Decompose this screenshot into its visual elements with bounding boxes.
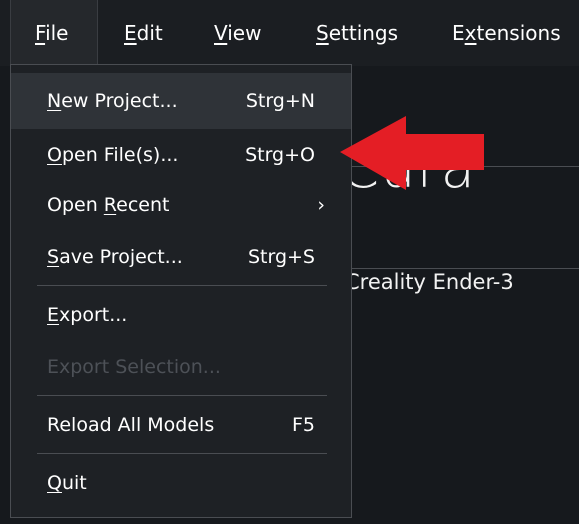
- menu-separator: [37, 395, 327, 396]
- menu-file[interactable]: File: [10, 0, 98, 66]
- menu-item-export-selection-label: Export Selection...: [47, 356, 221, 378]
- menu-view[interactable]: View: [214, 0, 261, 66]
- menu-extensions[interactable]: Extensions: [452, 0, 561, 66]
- menu-item-open-recent-label: Open Recent: [47, 177, 169, 233]
- save-project-text: ave Project...: [59, 246, 183, 268]
- menu-item-save-project[interactable]: Save Project... Strg+S: [11, 229, 351, 285]
- menu-separator: [37, 285, 327, 286]
- open-files-text: pen File(s)...: [61, 144, 179, 166]
- header-divider-bottom: [352, 268, 579, 269]
- menu-separator: [37, 453, 327, 454]
- menu-item-open-files-label: Open File(s)...: [47, 127, 178, 183]
- menu-item-reload-all-models[interactable]: Reload All Models F5: [11, 397, 351, 453]
- menu-settings-label: ettings: [328, 21, 399, 45]
- menu-item-export-label: Export...: [47, 287, 127, 343]
- menu-settings-mnemonic: S: [316, 21, 329, 45]
- open-files-mnemonic: O: [47, 144, 62, 166]
- menu-edit-mnemonic: E: [124, 21, 137, 45]
- menu-extensions-label: tensions: [476, 21, 561, 45]
- open-recent-prefix: Open: [47, 194, 104, 216]
- chevron-right-icon: ›: [317, 194, 325, 216]
- menu-file-label: ile: [45, 21, 69, 45]
- menu-item-export-selection: Export Selection...: [11, 339, 351, 395]
- export-mnemonic: E: [47, 304, 60, 326]
- menu-item-open-files[interactable]: Open File(s)... Strg+O: [11, 127, 351, 183]
- new-project-mnemonic: N: [47, 90, 62, 112]
- export-text: xport...: [59, 304, 128, 326]
- new-project-text: ew Project...: [61, 90, 178, 112]
- menu-extensions-mnemonic: x: [464, 21, 477, 45]
- menu-item-export[interactable]: Export...: [11, 287, 351, 343]
- menu-file-mnemonic: F: [35, 21, 46, 45]
- menu-item-reload-all-models-label: Reload All Models: [47, 414, 215, 436]
- save-project-mnemonic: S: [47, 246, 60, 268]
- file-dropdown-menu: New Project... Strg+N Open File(s)... St…: [10, 64, 352, 518]
- open-recent-text: ecent: [116, 194, 170, 216]
- printer-name[interactable]: Creality Ender-3: [345, 270, 514, 294]
- menu-item-save-project-label: Save Project...: [47, 229, 183, 285]
- menu-item-open-recent[interactable]: Open Recent ›: [11, 177, 351, 233]
- quit-mnemonic: Q: [47, 472, 62, 494]
- menu-item-new-project-label: New Project...: [47, 73, 178, 129]
- menu-view-label: iew: [227, 21, 262, 45]
- red-arrow-annotation-icon: [340, 116, 484, 190]
- quit-text: uit: [61, 472, 87, 494]
- menu-item-open-files-shortcut: Strg+O: [245, 144, 315, 166]
- menu-item-quit[interactable]: Quit: [11, 455, 351, 511]
- menu-item-reload-all-models-shortcut: F5: [291, 414, 315, 436]
- menu-extensions-prefix: E: [452, 21, 465, 45]
- menu-edit[interactable]: Edit: [124, 0, 163, 66]
- menu-item-save-project-shortcut: Strg+S: [247, 246, 315, 268]
- menu-item-new-project-shortcut: Strg+N: [245, 90, 315, 112]
- open-recent-mnemonic: R: [103, 194, 117, 216]
- menu-settings[interactable]: Settings: [316, 0, 398, 66]
- menu-view-mnemonic: V: [214, 21, 228, 45]
- menu-edit-label: dit: [136, 21, 163, 45]
- menu-item-quit-label: Quit: [47, 455, 87, 511]
- menu-item-new-project[interactable]: New Project... Strg+N: [11, 73, 351, 129]
- menu-bar: File Edit View Settings Extensions: [0, 0, 579, 66]
